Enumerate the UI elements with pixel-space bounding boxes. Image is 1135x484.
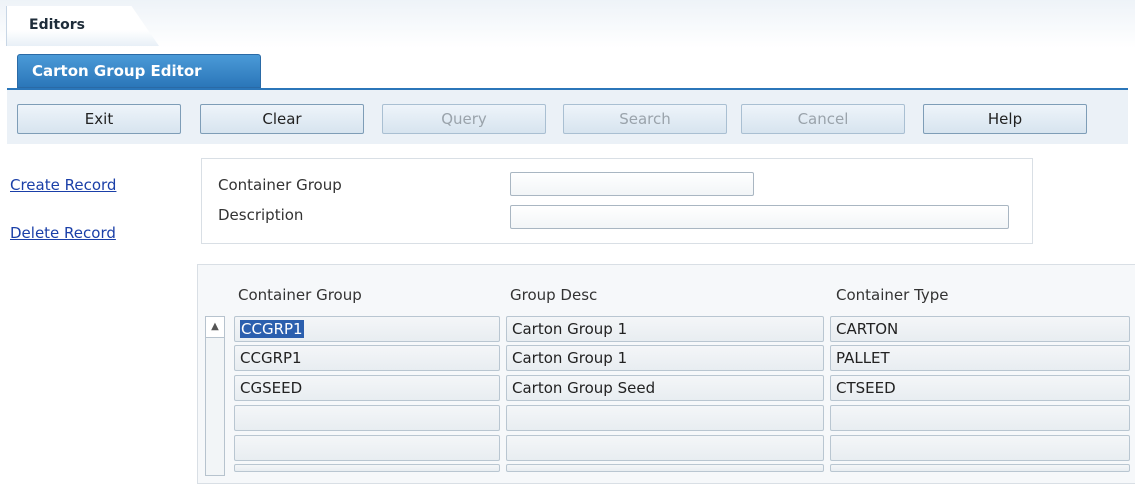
- table-cell-group-desc[interactable]: Carton Group Seed: [506, 375, 824, 401]
- table-cell-container-group[interactable]: CCGRP1: [234, 316, 500, 342]
- table-cell-group-desc[interactable]: Carton Group 1: [506, 316, 824, 342]
- container-group-field[interactable]: [510, 172, 754, 196]
- cancel-button[interactable]: Cancel: [741, 104, 905, 134]
- table-cell-container-type[interactable]: CARTON: [830, 316, 1130, 342]
- clear-button[interactable]: Clear: [200, 104, 364, 134]
- table-cell-group-desc[interactable]: [506, 464, 824, 472]
- tab-editors-label: Editors: [29, 17, 85, 33]
- container-group-label: Container Group: [218, 176, 342, 194]
- scroll-up-arrow-icon[interactable]: ▲: [205, 316, 225, 338]
- table-cell-container-group[interactable]: [234, 435, 500, 461]
- table-cell-group-desc[interactable]: [506, 435, 824, 461]
- table-cell-container-group[interactable]: [234, 405, 500, 431]
- search-button[interactable]: Search: [563, 104, 727, 134]
- tab-carton-group-editor[interactable]: Carton Group Editor: [17, 54, 261, 88]
- description-label: Description: [218, 206, 304, 224]
- table-cell-group-desc[interactable]: Carton Group 1: [506, 345, 824, 371]
- table-cell-container-group[interactable]: CGSEED: [234, 375, 500, 401]
- table-cell-container-group[interactable]: CCGRP1: [234, 345, 500, 371]
- column-header-container-group: Container Group: [238, 286, 362, 304]
- table-cell-container-type[interactable]: [830, 405, 1130, 431]
- delete-record-link[interactable]: Delete Record: [10, 224, 116, 242]
- table-cell-container-type[interactable]: [830, 435, 1130, 461]
- create-record-link[interactable]: Create Record: [10, 176, 116, 194]
- tab-carton-group-editor-label: Carton Group Editor: [32, 62, 202, 80]
- exit-button[interactable]: Exit: [17, 104, 181, 134]
- tab-bar: Editors: [0, 0, 1135, 48]
- column-header-group-desc: Group Desc: [510, 286, 598, 304]
- column-header-container-type: Container Type: [836, 286, 949, 304]
- description-field[interactable]: [510, 205, 1009, 229]
- table-cell-container-type[interactable]: [830, 464, 1130, 472]
- grid-scrollbar[interactable]: [205, 316, 225, 476]
- table-cell-container-type[interactable]: CTSEED: [830, 375, 1130, 401]
- query-form: [201, 158, 1033, 244]
- table-cell-group-desc[interactable]: [506, 405, 824, 431]
- table-cell-container-group[interactable]: [234, 464, 500, 472]
- tab-editors[interactable]: Editors: [6, 6, 159, 46]
- help-button[interactable]: Help: [923, 104, 1087, 134]
- query-button[interactable]: Query: [382, 104, 546, 134]
- cell-text: CCGRP1: [240, 320, 304, 338]
- table-cell-container-type[interactable]: PALLET: [830, 345, 1130, 371]
